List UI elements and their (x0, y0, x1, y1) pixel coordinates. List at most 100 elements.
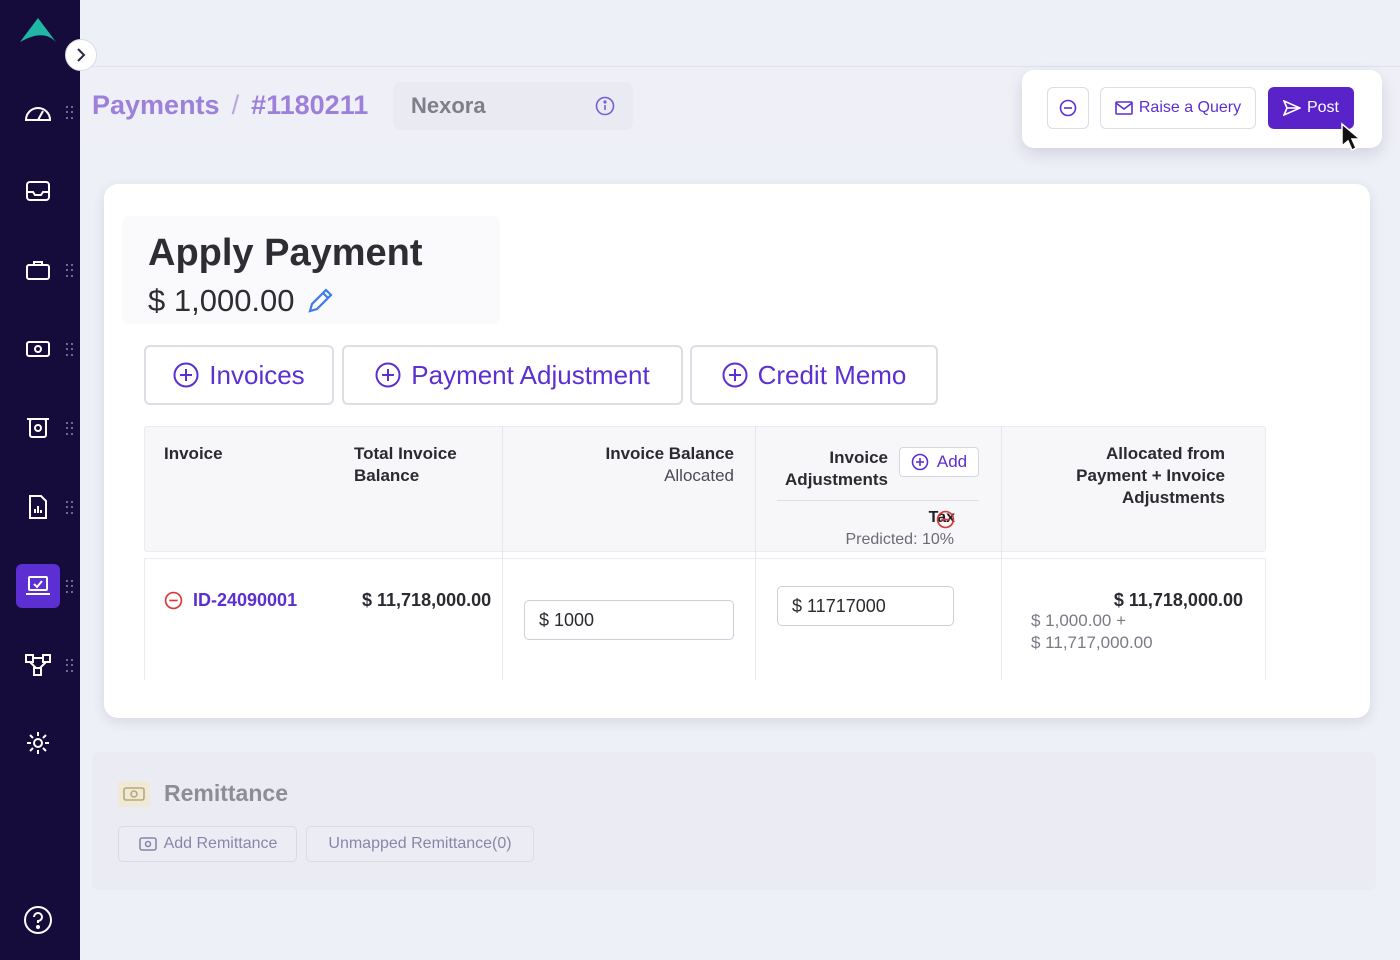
tab-credit-memo-label: Credit Memo (757, 359, 907, 390)
nav-projects[interactable] (16, 248, 60, 292)
invoice-allocation-table: Invoice Total Invoice Balance Invoice Ba… (144, 426, 1266, 680)
sidebar-expand-button[interactable] (65, 39, 97, 71)
tax-predicted-label: Predicted: 10% (845, 531, 954, 548)
nav-cash[interactable] (16, 406, 60, 450)
pencil-icon[interactable] (305, 286, 335, 316)
tax-column-label: Tax (928, 509, 955, 526)
info-icon[interactable] (595, 96, 615, 116)
nav-workflow[interactable] (16, 643, 60, 687)
raise-query-button[interactable]: Raise a Query (1100, 87, 1256, 129)
col-total-invoice-balance-line2: Balance (354, 466, 420, 485)
plus-circle-icon (722, 362, 748, 388)
add-invoices-button[interactable]: Invoices (144, 345, 334, 405)
remittance-section (92, 752, 1376, 890)
balance-allocated-input[interactable]: $ 1000 (524, 600, 734, 640)
report-icon (29, 495, 47, 519)
nav-drag-handle[interactable] (66, 422, 74, 436)
col-allocated-line1: Allocated from (1105, 444, 1225, 463)
help-icon (24, 906, 52, 934)
sidebar (0, 0, 80, 960)
payment-amount-value: $ 1,000.00 (148, 283, 295, 318)
nav-drag-handle[interactable] (66, 343, 74, 357)
vendor-name: Nexora (411, 93, 486, 118)
raise-query-label: Raise a Query (1138, 99, 1242, 116)
app-logo[interactable] (18, 16, 58, 46)
breadcrumb-separator: / (231, 90, 240, 120)
nav-drag-handle[interactable] (66, 501, 74, 515)
col-invoice-balance-line1: Invoice Balance (605, 444, 734, 463)
gear-icon (27, 732, 49, 754)
breadcrumb: Payments / #1180211 (92, 90, 368, 121)
tab-invoices-label: Invoices (209, 359, 305, 390)
inbox-icon (26, 181, 50, 201)
nav-settings[interactable] (16, 721, 60, 765)
unmapped-remittance-button[interactable]: Unmapped Remittance(0) (306, 826, 534, 862)
money-transfer-icon (26, 341, 50, 357)
post-label: Post (1306, 99, 1339, 116)
payment-amount: $ 1,000.00 (148, 283, 335, 319)
invoice-id-cell: ID-24090001 (164, 590, 297, 611)
nav-inbox[interactable] (16, 169, 60, 213)
col-invoice-adjustments: Invoice Adjustments (770, 447, 888, 491)
nav-reports[interactable] (16, 485, 60, 529)
speedometer-icon (24, 107, 52, 121)
nav-apply-payment[interactable] (16, 564, 60, 608)
adjustment-divider (777, 500, 979, 501)
chevron-right-icon (77, 48, 86, 62)
invoice-id-link[interactable]: ID-24090001 (193, 590, 297, 611)
add-payment-adjustment-button[interactable]: Payment Adjustment (342, 345, 683, 405)
col-allocated-line3: Adjustments (1122, 488, 1225, 507)
nav-dashboard[interactable] (16, 90, 60, 134)
action-panel: Raise a Query Post (1022, 70, 1382, 148)
plus-circle-icon (911, 453, 929, 471)
nav-help[interactable] (16, 898, 60, 942)
plus-circle-icon (173, 362, 199, 388)
money-transfer-icon (138, 837, 157, 851)
col-allocated: Allocated from Payment + Invoice Adjustm… (1014, 443, 1225, 509)
send-icon (1282, 100, 1301, 116)
remove-invoice-icon[interactable] (164, 591, 183, 610)
col-invoice-balance-line2: Allocated (664, 466, 734, 485)
col-total-invoice-balance: Total Invoice Balance (354, 443, 457, 487)
envelope-icon (1115, 101, 1133, 115)
col-total-invoice-balance-line1: Total Invoice (354, 444, 457, 463)
unmapped-remittance-label: Unmapped Remittance(0) (328, 835, 512, 852)
briefcase-icon (26, 261, 50, 280)
mouse-cursor-icon (1341, 122, 1362, 152)
nav-drag-handle[interactable] (66, 659, 74, 673)
reject-button[interactable] (1047, 87, 1089, 129)
col-invoice-balance-allocated: Invoice Balance Allocated (524, 443, 734, 487)
breadcrumb-payments-link[interactable]: Payments (92, 90, 220, 121)
add-remittance-label: Add Remittance (163, 835, 278, 852)
laptop-check-icon (26, 576, 50, 595)
add-credit-memo-button[interactable]: Credit Memo (690, 345, 938, 405)
add-adjustment-button[interactable]: Add (899, 447, 979, 477)
remittance-header: Remittance (118, 780, 288, 807)
vendor-chip: Nexora (393, 82, 633, 130)
cash-register-icon (27, 418, 49, 438)
plus-circle-icon (375, 362, 401, 388)
col-invoice-adjustments-line2: Adjustments (785, 470, 888, 489)
add-adjustment-label: Add (936, 452, 968, 471)
money-icon (118, 780, 150, 807)
allocated-total-cell: $ 11,718,000.00 (1113, 590, 1243, 610)
nav-drag-handle[interactable] (66, 106, 74, 120)
workflow-icon (25, 654, 51, 676)
nav-drag-handle[interactable] (66, 264, 74, 278)
allocated-payment-line: $ 1,000.00 + (1031, 611, 1127, 630)
nav-payments[interactable] (16, 327, 60, 371)
col-allocated-line2: Payment + Invoice (1076, 466, 1225, 485)
page-title: Apply Payment (148, 232, 423, 274)
remittance-title: Remittance (164, 780, 288, 806)
add-remittance-button[interactable]: Add Remittance (118, 826, 297, 862)
total-invoice-balance-cell: $ 11,718,000.00 (362, 590, 492, 610)
breadcrumb-record-id: #1180211 (251, 90, 369, 120)
tab-payment-adjustment-label: Payment Adjustment (411, 359, 650, 390)
col-invoice-adjustments-line1: Invoice (829, 448, 888, 467)
minus-circle-icon (1059, 99, 1077, 117)
col-invoice: Invoice (164, 444, 223, 463)
nav-drag-handle[interactable] (66, 580, 74, 594)
allocated-adjustment-line: $ 11,717,000.00 (1031, 633, 1153, 652)
remove-tax-icon[interactable] (936, 510, 955, 529)
tax-adjustment-input[interactable]: $ 11717000 (777, 586, 954, 626)
